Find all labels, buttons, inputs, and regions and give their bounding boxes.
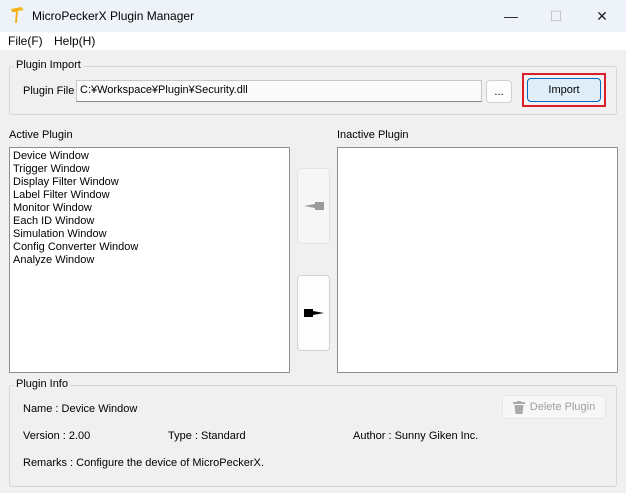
list-item[interactable]: Config Converter Window	[13, 241, 286, 254]
list-item[interactable]: Display Filter Window	[13, 176, 286, 189]
list-item[interactable]: Device Window	[13, 150, 286, 163]
window-title: MicroPeckerX Plugin Manager	[32, 9, 195, 23]
trash-icon	[512, 400, 525, 414]
list-item[interactable]: Label Filter Window	[13, 189, 286, 202]
list-item[interactable]: Monitor Window	[13, 202, 286, 215]
plugin-remarks: Remarks : Configure the device of MicroP…	[23, 457, 264, 469]
list-item[interactable]: Simulation Window	[13, 228, 286, 241]
list-item[interactable]: Analyze Window	[13, 254, 286, 267]
plugin-name: Name : Device Window	[23, 403, 138, 415]
plugin-file-label: Plugin File	[23, 85, 75, 97]
deactivate-button[interactable]	[297, 275, 330, 351]
list-item[interactable]: Trigger Window	[13, 163, 286, 176]
plugin-info-label: Plugin Info	[14, 378, 70, 390]
active-plugin-label: Active Plugin	[9, 129, 73, 141]
minimize-button[interactable]: —	[488, 0, 534, 32]
plugin-version: Version : 2.00	[23, 430, 91, 442]
arrow-right-icon	[303, 309, 324, 317]
woodpecker-logo-icon	[11, 7, 24, 23]
delete-plugin-label: Delete Plugin	[529, 401, 596, 413]
delete-plugin-button[interactable]: Delete Plugin	[502, 395, 606, 419]
import-button[interactable]: Import	[527, 78, 601, 102]
maximize-button[interactable]: ☐	[533, 0, 579, 32]
inactive-plugin-label: Inactive Plugin	[337, 129, 409, 141]
menu-help[interactable]: Help(H)	[54, 34, 95, 48]
plugin-author: Author : Sunny Giken Inc.	[353, 430, 479, 442]
plugin-type: Type : Standard	[168, 430, 246, 442]
plugin-file-input[interactable]: C:¥Workspace¥Plugin¥Security.dll	[76, 80, 482, 102]
inactive-plugin-list[interactable]	[337, 147, 618, 373]
list-item[interactable]: Each ID Window	[13, 215, 286, 228]
arrow-left-icon	[303, 202, 324, 210]
menu-file[interactable]: File(F)	[8, 34, 43, 48]
plugin-import-label: Plugin Import	[14, 59, 83, 71]
close-button[interactable]: ✕	[579, 0, 625, 32]
browse-button[interactable]: ...	[486, 80, 512, 103]
activate-button[interactable]	[297, 168, 330, 244]
active-plugin-list[interactable]: Device Window Trigger Window Display Fil…	[9, 147, 290, 373]
